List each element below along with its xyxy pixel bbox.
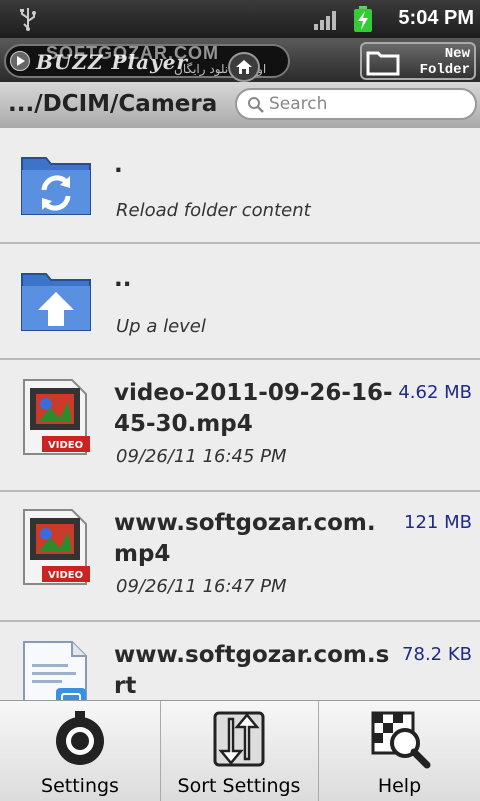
status-bar: 5:04 PM xyxy=(0,0,480,38)
svg-text:VIDEO: VIDEO xyxy=(48,570,83,581)
home-icon xyxy=(236,60,252,74)
file-name: www.softgozar.com.srt xyxy=(114,642,390,699)
play-icon xyxy=(10,51,30,71)
search-icon xyxy=(248,97,264,113)
usb-icon xyxy=(20,8,36,31)
signal-icon xyxy=(314,11,336,30)
path-bar: .../DCIM/Camera Search xyxy=(0,82,480,128)
watermark: SOFTGOZAR.COM xyxy=(46,43,219,63)
file-subtitle: 09/26/11 16:47 PM xyxy=(116,576,287,597)
current-path: .../DCIM/Camera xyxy=(8,91,218,117)
file-name: video-2011-09-26-16-45-30.mp4 xyxy=(114,380,393,437)
sort-arrows-icon xyxy=(213,711,265,767)
file-list[interactable]: . Reload folder content .. Up a level VI… xyxy=(0,128,480,700)
folder-reload-icon xyxy=(21,157,91,215)
search-input[interactable]: Search xyxy=(235,88,477,120)
settings-label: Settings xyxy=(41,775,119,797)
svg-text:VIDEO: VIDEO xyxy=(48,440,83,451)
file-subtitle: Reload folder content xyxy=(116,200,311,221)
subtitle-file-icon xyxy=(23,641,87,700)
file-name: .. xyxy=(114,266,132,292)
settings-gear-icon xyxy=(56,711,104,765)
file-size: 121 MB xyxy=(404,512,472,533)
settings-button[interactable]: Settings xyxy=(0,701,160,801)
file-name: www.softgozar.com.mp4 xyxy=(114,510,376,567)
help-magnifier-icon xyxy=(371,711,430,769)
new-folder-label: New Folder xyxy=(419,46,470,78)
status-clock: 5:04 PM xyxy=(398,7,474,29)
app-logo: BUZZ Player SOFTGOZAR.COM اولین دانلود ر… xyxy=(4,43,290,82)
file-size: 4.62 MB xyxy=(398,382,472,403)
folder-icon xyxy=(366,51,400,76)
file-subtitle: 09/26/11 16:45 PM xyxy=(116,446,287,467)
sort-settings-label: Sort Settings xyxy=(177,775,301,797)
file-subtitle: Up a level xyxy=(116,316,206,337)
help-label: Help xyxy=(377,775,422,797)
sort-settings-button[interactable]: Sort Settings xyxy=(160,701,318,801)
home-button[interactable] xyxy=(228,52,260,82)
file-name: . xyxy=(114,152,123,178)
file-size: 78.2 KB xyxy=(402,644,472,665)
new-folder-button[interactable]: New Folder xyxy=(360,42,476,80)
folder-up-icon xyxy=(21,273,91,331)
search-placeholder: Search xyxy=(269,94,328,114)
app-header: BUZZ Player SOFTGOZAR.COM اولین دانلود ر… xyxy=(0,38,480,82)
help-button[interactable]: Help xyxy=(319,701,480,801)
file-row-srt[interactable]: www.softgozar.com.srt 78.2 KB xyxy=(0,622,480,700)
file-row-reload[interactable]: . Reload folder content xyxy=(0,128,480,244)
file-row-video2[interactable]: VIDEO www.softgozar.com.mp4 09/26/11 16:… xyxy=(0,492,480,622)
battery-charging-icon xyxy=(354,6,372,32)
options-menu: Settings Sort Settings Help xyxy=(0,700,480,801)
video-file-icon: VIDEO xyxy=(23,379,90,455)
file-row-video1[interactable]: VIDEO video-2011-09-26-16-45-30.mp4 09/2… xyxy=(0,360,480,492)
video-file-icon: VIDEO xyxy=(23,509,90,585)
file-row-up[interactable]: .. Up a level xyxy=(0,244,480,360)
